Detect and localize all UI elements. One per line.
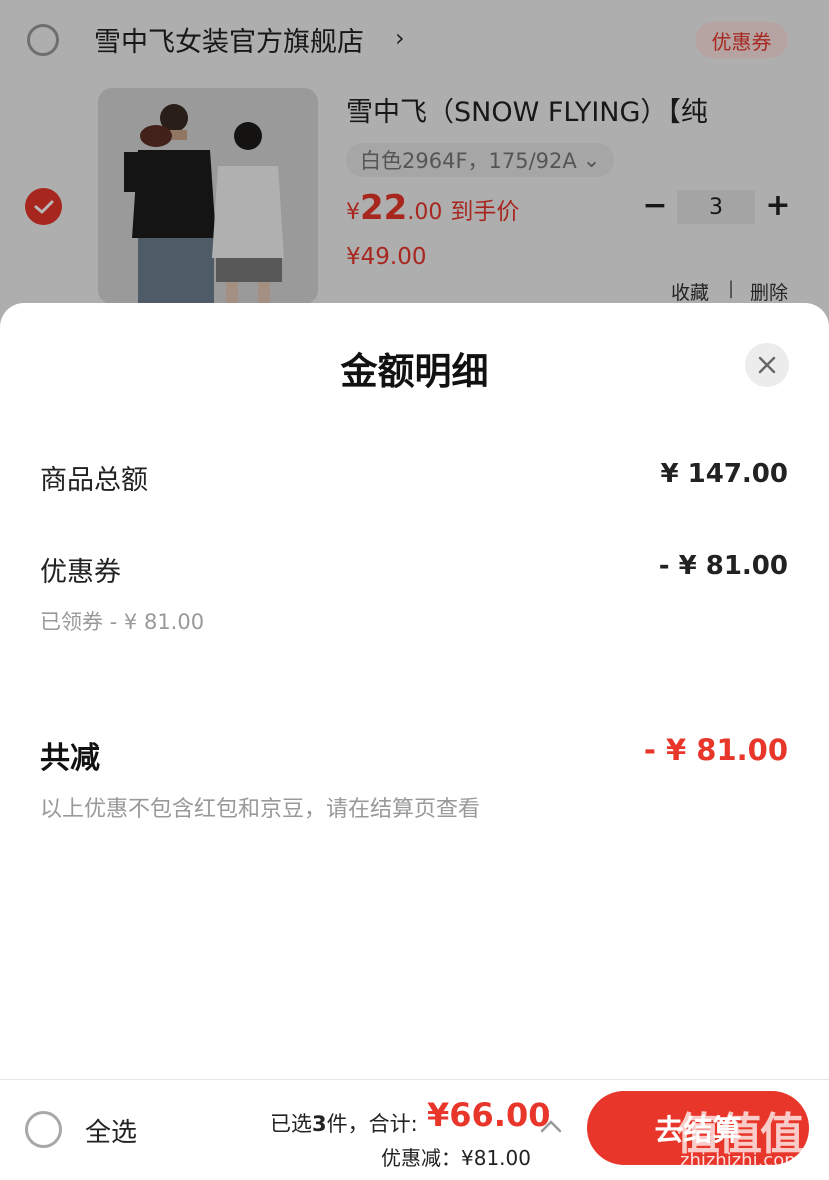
amount-detail-sheet: 金额明细 商品总额 ¥ 147.00 优惠券 - ¥ 81.00 已领券 - ¥… (0, 303, 829, 1079)
total-reduction-value: - ¥ 81.00 (643, 733, 788, 767)
total-reduction-label: 共减 (40, 741, 100, 776)
selected-prefix: 已选 (270, 1112, 312, 1136)
goods-total-value: ¥ 147.00 (660, 459, 788, 489)
coupon-value: - ¥ 81.00 (658, 551, 788, 581)
select-all-radio[interactable] (25, 1111, 62, 1148)
selected-suffix: 件，合计: (326, 1112, 418, 1136)
sheet-title: 金额明细 (340, 350, 489, 393)
discount-note: 以上优惠不包含红包和京豆，请在结算页查看 (40, 797, 481, 822)
goods-total-label: 商品总额 (40, 465, 148, 496)
selected-summary: 已选3件，合计: (270, 1108, 418, 1138)
watermark-url: zhizhizhi.com (680, 1150, 802, 1171)
coupon-label: 优惠券 (40, 557, 121, 588)
close-icon (758, 356, 776, 374)
discount-summary: 优惠减：¥81.00 (381, 1146, 531, 1170)
chevron-up-icon[interactable] (540, 1118, 562, 1137)
total-sum: ¥66.00 (427, 1096, 551, 1134)
close-button[interactable] (745, 343, 789, 387)
selected-count: 3 (312, 1112, 327, 1136)
select-all-label[interactable]: 全选 (85, 1112, 137, 1149)
overlay-dim[interactable] (0, 0, 829, 330)
coupon-sub-detail: 已领券 - ¥ 81.00 (40, 610, 205, 634)
